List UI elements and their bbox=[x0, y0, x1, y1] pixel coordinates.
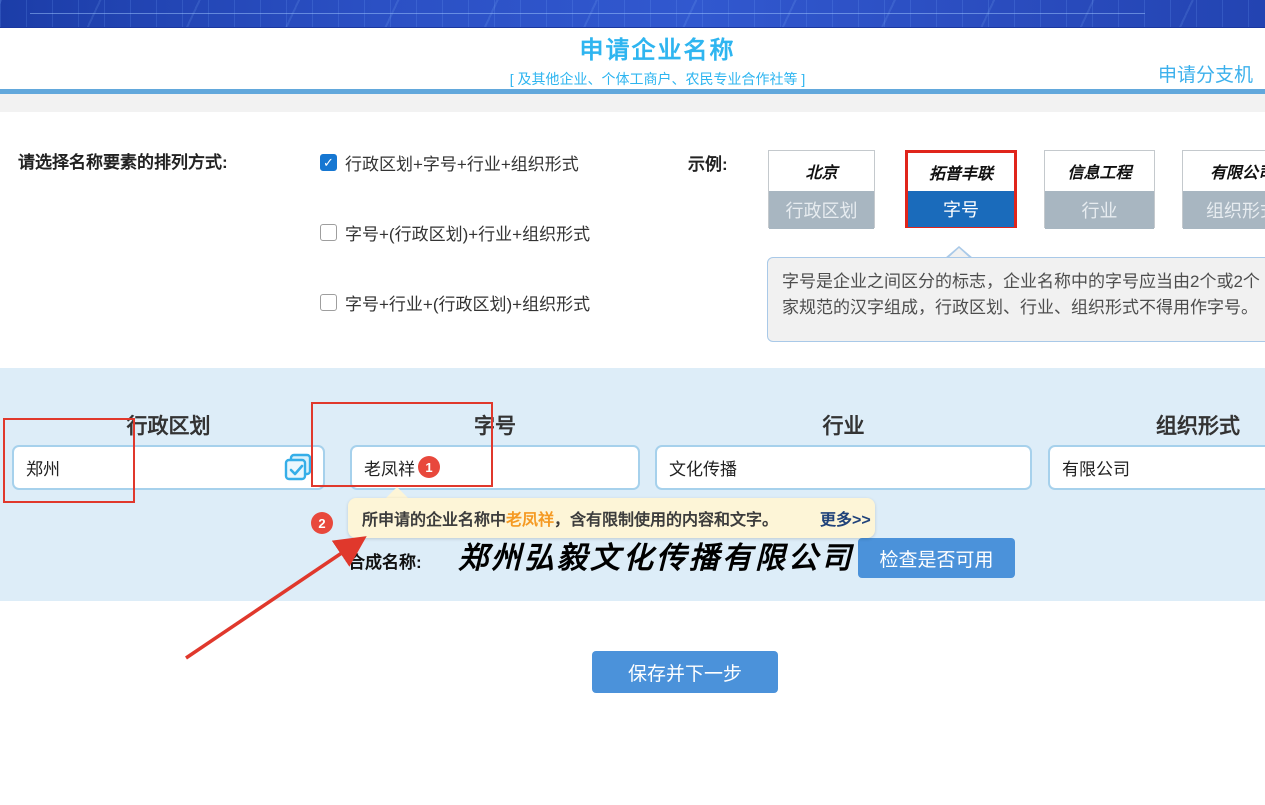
page-header: 申请企业名称 [ 及其他企业、个体工商户、农民专业合作社等 ] bbox=[50, 30, 1265, 89]
example-box-orgform: 有限公司 组织形式 bbox=[1182, 150, 1265, 228]
header-subdivider bbox=[0, 94, 1265, 112]
page-title: 申请企业名称 bbox=[50, 30, 1265, 65]
arrangement-option-3[interactable]: 字号+行业+(行政区划)+组织形式 bbox=[320, 290, 590, 315]
example-label: 示例: bbox=[688, 150, 728, 175]
example-box-tradename: 拓普丰联 字号 bbox=[905, 150, 1017, 228]
example-box-category: 行业 bbox=[1045, 191, 1154, 229]
example-box-region: 北京 行政区划 bbox=[768, 150, 875, 228]
example-box-category: 行政区划 bbox=[769, 191, 874, 229]
column-header-tradename: 字号 bbox=[350, 410, 640, 440]
checkbox-unchecked-icon[interactable] bbox=[320, 224, 337, 241]
checkbox-unchecked-icon[interactable] bbox=[320, 294, 337, 311]
composed-name-value: 郑州弘毅文化传播有限公司 bbox=[458, 533, 848, 577]
check-availability-button[interactable]: 检查是否可用 bbox=[858, 538, 1015, 578]
example-box-name: 北京 bbox=[769, 151, 874, 191]
example-box-category: 组织形式 bbox=[1183, 191, 1265, 229]
example-box-industry: 信息工程 行业 bbox=[1044, 150, 1155, 228]
page: 申请企业名称 [ 及其他企业、个体工商户、农民专业合作社等 ] 申请分支机 请选… bbox=[0, 0, 1265, 805]
warning-prefix: 所申请的企业名称中 bbox=[362, 506, 506, 530]
region-picker-icon[interactable] bbox=[283, 453, 313, 483]
example-box-name: 拓普丰联 bbox=[908, 153, 1014, 191]
tradename-explanation-tooltip: 字号是企业之间区分的标志，企业名称中的字号应当由2个或2个 家规范的汉字组成，行… bbox=[767, 257, 1265, 342]
restricted-name-warning: 所申请的企业名称中老凤祥，含有限制使用的内容和文字。 更多>> bbox=[348, 498, 875, 538]
page-subtitle: [ 及其他企业、个体工商户、农民专业合作社等 ] bbox=[50, 69, 1265, 89]
arrangement-option-label: 字号+(行政区划)+行业+组织形式 bbox=[345, 220, 590, 245]
tooltip-text-line1: 字号是企业之间区分的标志，企业名称中的字号应当由2个或2个 bbox=[782, 269, 1265, 295]
warning-caret-icon bbox=[386, 487, 408, 498]
column-header-orgform: 组织形式 bbox=[1048, 410, 1265, 440]
region-input[interactable] bbox=[12, 445, 325, 490]
arrangement-option-label: 行政区划+字号+行业+组织形式 bbox=[345, 150, 579, 175]
arrangement-option-label: 字号+行业+(行政区划)+组织形式 bbox=[345, 290, 590, 315]
warning-more-link[interactable]: 更多>> bbox=[820, 506, 871, 530]
save-next-button[interactable]: 保存并下一步 bbox=[592, 651, 778, 693]
industry-input[interactable] bbox=[655, 445, 1032, 490]
example-box-name: 有限公司 bbox=[1183, 151, 1265, 191]
example-box-category: 字号 bbox=[908, 191, 1014, 227]
column-header-industry: 行业 bbox=[655, 410, 1032, 440]
warning-highlight: 老凤祥 bbox=[506, 506, 554, 530]
composed-name-label: 合成名称: bbox=[348, 548, 422, 573]
top-tech-banner bbox=[0, 0, 1265, 28]
branch-application-link[interactable]: 申请分支机 bbox=[1158, 60, 1253, 87]
arrangement-option-1[interactable]: ✓ 行政区划+字号+行业+组织形式 bbox=[320, 150, 579, 175]
checkbox-checked-icon[interactable]: ✓ bbox=[320, 154, 337, 171]
warning-suffix: ，含有限制使用的内容和文字。 bbox=[554, 506, 778, 530]
arrangement-label: 请选择名称要素的排列方式: bbox=[18, 148, 228, 173]
arrangement-option-2[interactable]: 字号+(行政区划)+行业+组织形式 bbox=[320, 220, 590, 245]
example-box-name: 信息工程 bbox=[1045, 151, 1154, 191]
column-header-region: 行政区划 bbox=[12, 410, 325, 440]
tradename-input[interactable] bbox=[350, 445, 640, 490]
tooltip-text-line2: 家规范的汉字组成，行政区划、行业、组织形式不得用作字号。 bbox=[782, 295, 1265, 321]
banner-glow-line bbox=[30, 13, 1145, 14]
orgform-input[interactable] bbox=[1048, 445, 1265, 490]
